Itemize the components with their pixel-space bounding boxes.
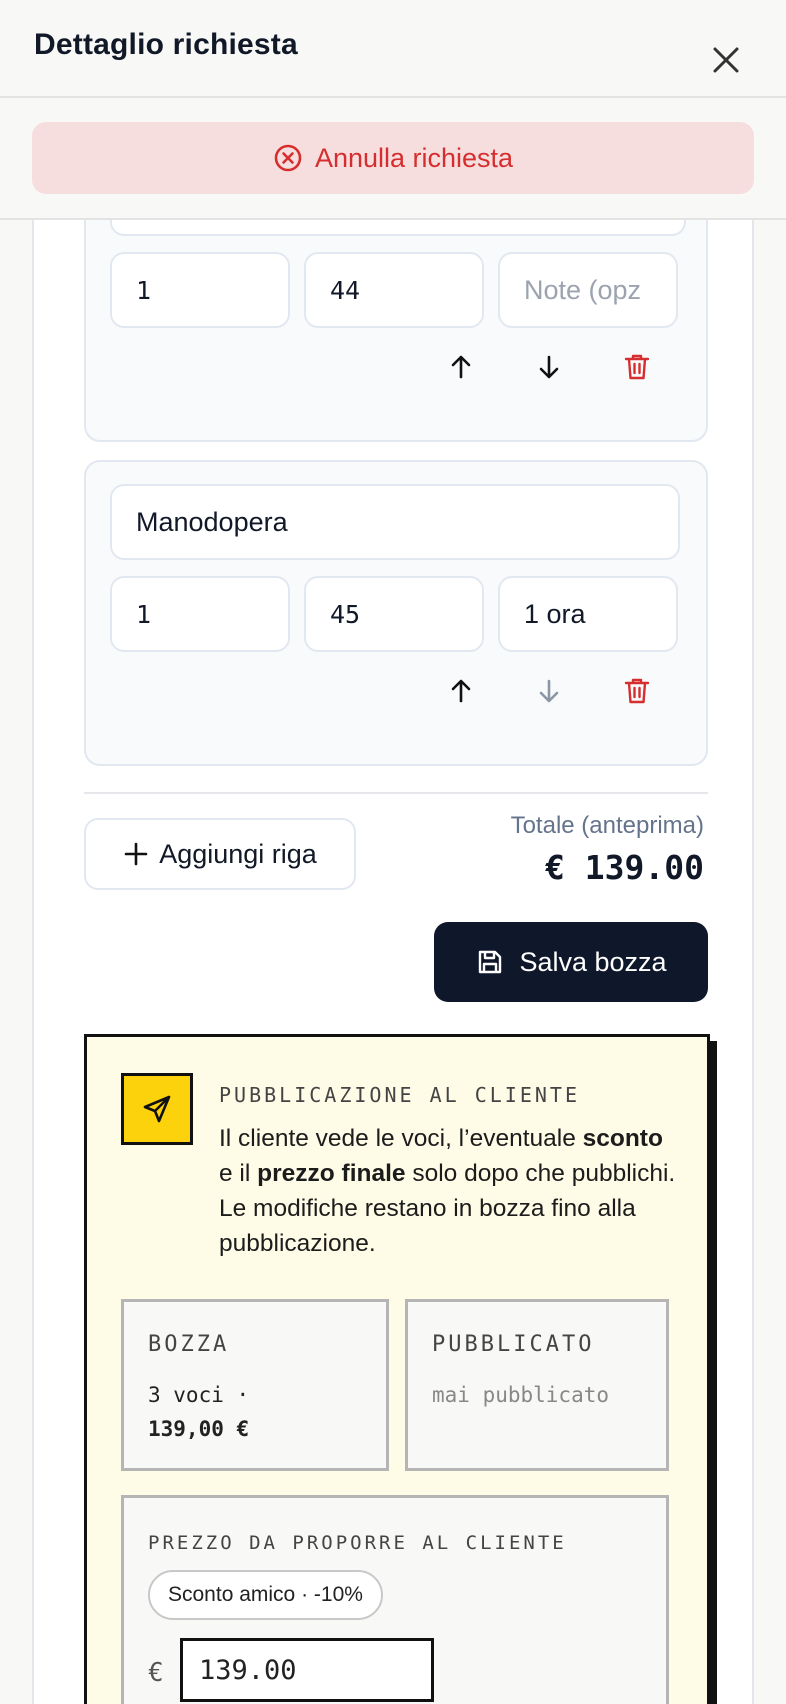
- add-row-label: Aggiungi riga: [159, 838, 317, 869]
- draft-summary: 3 voci · 139,00 €: [148, 1383, 250, 1441]
- publication-panel: PUBBLICAZIONE AL CLIENTE Il cliente vede…: [84, 1034, 710, 1704]
- proposed-price-title: PREZZO DA PROPORRE AL CLIENTE: [148, 1532, 567, 1554]
- trash-icon[interactable]: [620, 350, 654, 384]
- draft-label: BOZZA: [148, 1332, 230, 1357]
- currency-symbol: €: [148, 1658, 164, 1688]
- send-icon: [121, 1073, 193, 1145]
- cancel-request-label: Annulla richiesta: [314, 142, 514, 173]
- total-value: € 139.00: [545, 848, 704, 887]
- plus-icon: [124, 842, 148, 866]
- draft-status-box: BOZZA 3 voci · 139,00 €: [121, 1299, 389, 1471]
- note-input[interactable]: Note (opz: [498, 252, 678, 328]
- description-input[interactable]: Manodopera: [110, 484, 680, 560]
- cancel-request-button[interactable]: Annulla richiesta: [32, 122, 754, 194]
- x-circle-icon: [274, 144, 302, 172]
- total-label: Totale (anteprima): [510, 812, 704, 839]
- price-input[interactable]: 45: [304, 576, 484, 652]
- discount-chip[interactable]: Sconto amico · -10%: [148, 1570, 383, 1620]
- arrow-down-icon[interactable]: [532, 350, 566, 384]
- arrow-up-icon[interactable]: [444, 350, 478, 384]
- divider: [84, 792, 708, 794]
- publication-description: Il cliente vede le voci, l’eventuale sco…: [219, 1125, 676, 1257]
- published-value: mai pubblicato: [432, 1383, 610, 1407]
- line-item-card: 1 44 Note (opz: [84, 218, 708, 442]
- cancel-bar: Annulla richiesta: [0, 98, 786, 220]
- line-item-card: Manodopera 1 45 1 ora: [84, 460, 708, 766]
- price-input[interactable]: 44: [304, 252, 484, 328]
- quantity-input[interactable]: 1: [110, 252, 290, 328]
- arrow-up-icon[interactable]: [444, 674, 478, 708]
- proposed-price-input[interactable]: 139.00: [180, 1638, 434, 1702]
- published-label: PUBBLICATO: [432, 1332, 595, 1357]
- content-panel: 1 44 Note (opz Manodopera 1 45 1 ora Agg…: [32, 218, 754, 1704]
- page-title: Dettaglio richiesta: [34, 28, 298, 61]
- modal-header: Dettaglio richiesta: [0, 0, 786, 98]
- proposed-price-box: PREZZO DA PROPORRE AL CLIENTE Sconto ami…: [121, 1495, 669, 1704]
- save-draft-label: Salva bozza: [519, 946, 667, 977]
- note-input[interactable]: 1 ora: [498, 576, 678, 652]
- publication-title: PUBBLICAZIONE AL CLIENTE: [219, 1083, 580, 1107]
- close-icon[interactable]: [706, 40, 746, 80]
- save-draft-button[interactable]: Salva bozza: [434, 922, 708, 1002]
- trash-icon[interactable]: [620, 674, 654, 708]
- arrow-down-icon: [539, 679, 559, 703]
- quantity-input[interactable]: 1: [110, 576, 290, 652]
- description-input[interactable]: [110, 218, 686, 236]
- published-status-box: PUBBLICATO mai pubblicato: [405, 1299, 669, 1471]
- add-row-button[interactable]: Aggiungi riga: [84, 818, 356, 890]
- save-icon: [479, 950, 502, 974]
